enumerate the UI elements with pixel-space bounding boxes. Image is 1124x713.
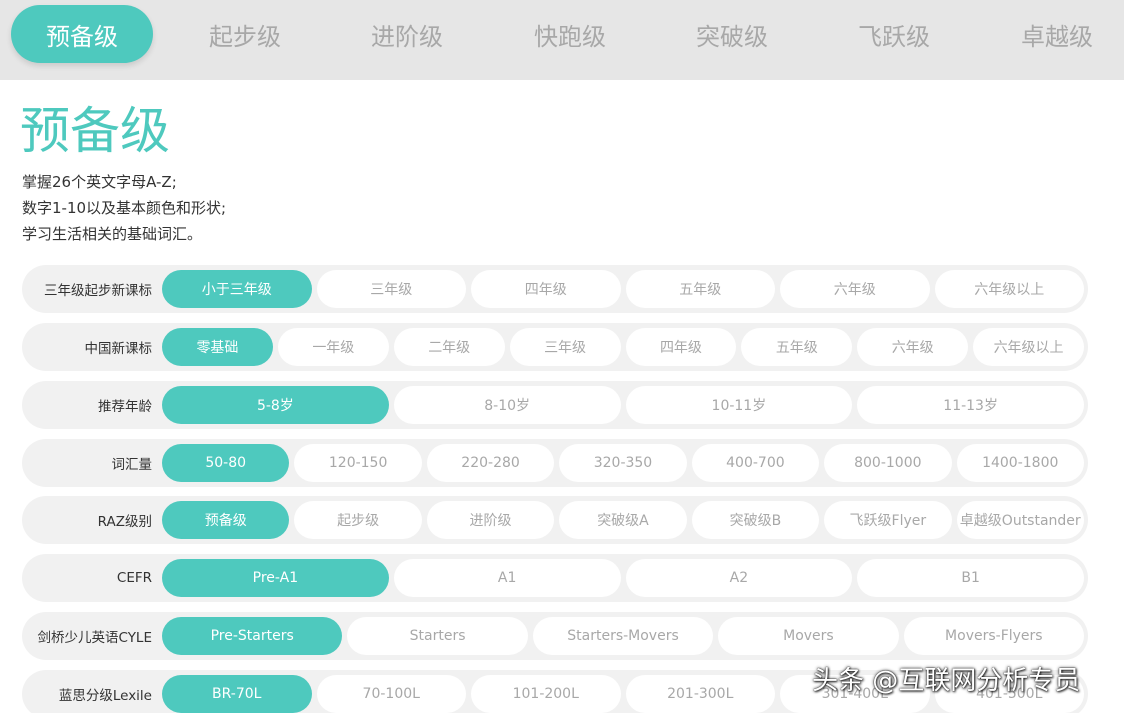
- option-pill[interactable]: 起步级: [294, 501, 422, 539]
- row-cefr: CEFR Pre-A1 A1 A2 B1: [22, 554, 1088, 602]
- row-options: 小于三年级 三年级 四年级 五年级 六年级 六年级以上: [162, 270, 1084, 308]
- description-line: 掌握26个英文字母A-Z;: [22, 173, 177, 191]
- option-pill[interactable]: 六年级以上: [973, 328, 1084, 366]
- option-pill[interactable]: A1: [393, 559, 621, 597]
- tab-excellence[interactable]: 卓越级: [986, 5, 1124, 63]
- row-label: 剑桥少儿英语CYLE: [37, 630, 153, 646]
- option-pill[interactable]: Starters: [347, 617, 528, 655]
- option-pill[interactable]: 101-200L: [471, 675, 621, 713]
- option-pill[interactable]: 11-13岁: [857, 386, 1084, 424]
- option-pill[interactable]: 70-100L: [316, 675, 466, 713]
- page-title: 预备级: [20, 102, 170, 160]
- option-pill-selected[interactable]: 预备级: [162, 501, 290, 539]
- tab-breakthrough[interactable]: 突破级: [661, 5, 803, 63]
- option-pill-selected[interactable]: BR-70L: [162, 675, 312, 713]
- option-pill[interactable]: 800-1000: [824, 444, 952, 482]
- option-pill[interactable]: 四年级: [625, 328, 737, 366]
- row-options: 50-80 120-150 220-280 320-350 400-700 800-100…: [162, 444, 1084, 482]
- option-pill-selected[interactable]: 5-8岁: [162, 386, 389, 424]
- option-pill[interactable]: 二年级: [393, 328, 505, 366]
- option-pill[interactable]: 8-10岁: [393, 386, 621, 424]
- row-cambridge-yle: 剑桥少儿英语CYLE Pre-Starters Starters Starters-M…: [22, 612, 1088, 660]
- option-pill[interactable]: A2: [625, 559, 853, 597]
- level-description: 掌握26个英文字母A-Z; 数字1-10以及基本颜色和形状; 学习生活相关的基础…: [22, 169, 226, 247]
- description-line: 学习生活相关的基础词汇。: [22, 225, 203, 243]
- row-label: 蓝思分级Lexile: [58, 688, 152, 704]
- row-options: Pre-A1 A1 A2 B1: [162, 559, 1084, 597]
- row-label: RAZ级别: [97, 514, 152, 530]
- tab-starter[interactable]: 起步级: [174, 5, 316, 63]
- tab-sprint[interactable]: 快跑级: [499, 5, 641, 63]
- option-pill[interactable]: 六年级以上: [934, 270, 1084, 308]
- option-pill[interactable]: B1: [857, 559, 1084, 597]
- tab-leap[interactable]: 飞跃级: [823, 5, 965, 63]
- option-pill[interactable]: 卓越级Outstander: [956, 501, 1084, 539]
- row-raz-level: RAZ级别 预备级 起步级 进阶级 突破级A 突破级B 飞跃级Flyer 卓越级Outstan…: [22, 496, 1088, 544]
- option-pill[interactable]: 120-150: [294, 444, 422, 482]
- level-tab-bar: 预备级 起步级 进阶级 快跑级 突破级 飞跃级 卓越级: [0, 0, 1124, 80]
- option-pill[interactable]: 三年级: [509, 328, 621, 366]
- tab-preparatory[interactable]: 预备级: [11, 5, 153, 63]
- row-label: CEFR: [116, 570, 152, 586]
- option-pill[interactable]: 进阶级: [426, 501, 555, 539]
- option-pill-selected[interactable]: Pre-A1: [162, 559, 389, 597]
- option-pill[interactable]: 一年级: [277, 328, 389, 366]
- option-pill[interactable]: 五年级: [741, 328, 853, 366]
- option-pill[interactable]: Movers: [718, 617, 899, 655]
- description-line: 数字1-10以及基本颜色和形状;: [22, 199, 227, 217]
- option-pill[interactable]: 五年级: [625, 270, 775, 308]
- option-pill[interactable]: 201-300L: [625, 675, 775, 713]
- option-pill[interactable]: Starters-Movers: [532, 617, 714, 655]
- option-pill[interactable]: 三年级: [316, 270, 466, 308]
- option-pill[interactable]: 四年级: [471, 270, 621, 308]
- row-recommended-age: 推荐年龄 5-8岁 8-10岁 10-11岁 11-13岁: [22, 381, 1088, 429]
- row-label: 三年级起步新课标: [44, 283, 152, 299]
- option-pill[interactable]: Movers-Flyers: [903, 617, 1085, 655]
- option-pill-selected[interactable]: 小于三年级: [162, 270, 312, 308]
- row-label: 中国新课标: [84, 341, 153, 357]
- row-china-curriculum: 中国新课标 零基础 一年级 二年级 三年级 四年级 五年级 六年级 六年级以上: [22, 323, 1088, 371]
- option-pill-selected[interactable]: 零基础: [162, 328, 273, 366]
- row-options: 5-8岁 8-10岁 10-11岁 11-13岁: [162, 386, 1084, 424]
- option-pill[interactable]: 10-11岁: [625, 386, 853, 424]
- row-vocabulary: 词汇量 50-80 120-150 220-280 320-350 400-700 800-…: [22, 439, 1088, 487]
- row-label: 词汇量: [111, 457, 153, 473]
- row-grade3-curriculum: 三年级起步新课标 小于三年级 三年级 四年级 五年级 六年级 六年级以上: [22, 265, 1088, 313]
- row-label: 推荐年龄: [98, 399, 152, 415]
- row-options: 零基础 一年级 二年级 三年级 四年级 五年级 六年级 六年级以上: [162, 328, 1084, 366]
- option-pill[interactable]: 320-350: [559, 444, 687, 482]
- option-pill[interactable]: 六年级: [857, 328, 969, 366]
- option-pill[interactable]: 突破级A: [559, 501, 687, 539]
- option-pill[interactable]: 400-700: [691, 444, 820, 482]
- option-pill[interactable]: 1400-1800: [956, 444, 1084, 482]
- option-pill-selected[interactable]: Pre-Starters: [162, 617, 343, 655]
- watermark-text: 头条 @互联网分析专员: [812, 666, 1081, 696]
- tab-advanced[interactable]: 进阶级: [336, 5, 478, 63]
- option-pill[interactable]: 六年级: [780, 270, 930, 308]
- option-pill-selected[interactable]: 50-80: [162, 444, 290, 482]
- row-options: Pre-Starters Starters Starters-Movers Mover…: [162, 617, 1085, 655]
- option-pill[interactable]: 220-280: [426, 444, 555, 482]
- option-pill[interactable]: 飞跃级Flyer: [824, 501, 952, 539]
- row-options: 预备级 起步级 进阶级 突破级A 突破级B 飞跃级Flyer 卓越级Outstander: [162, 501, 1084, 539]
- option-pill[interactable]: 突破级B: [691, 501, 820, 539]
